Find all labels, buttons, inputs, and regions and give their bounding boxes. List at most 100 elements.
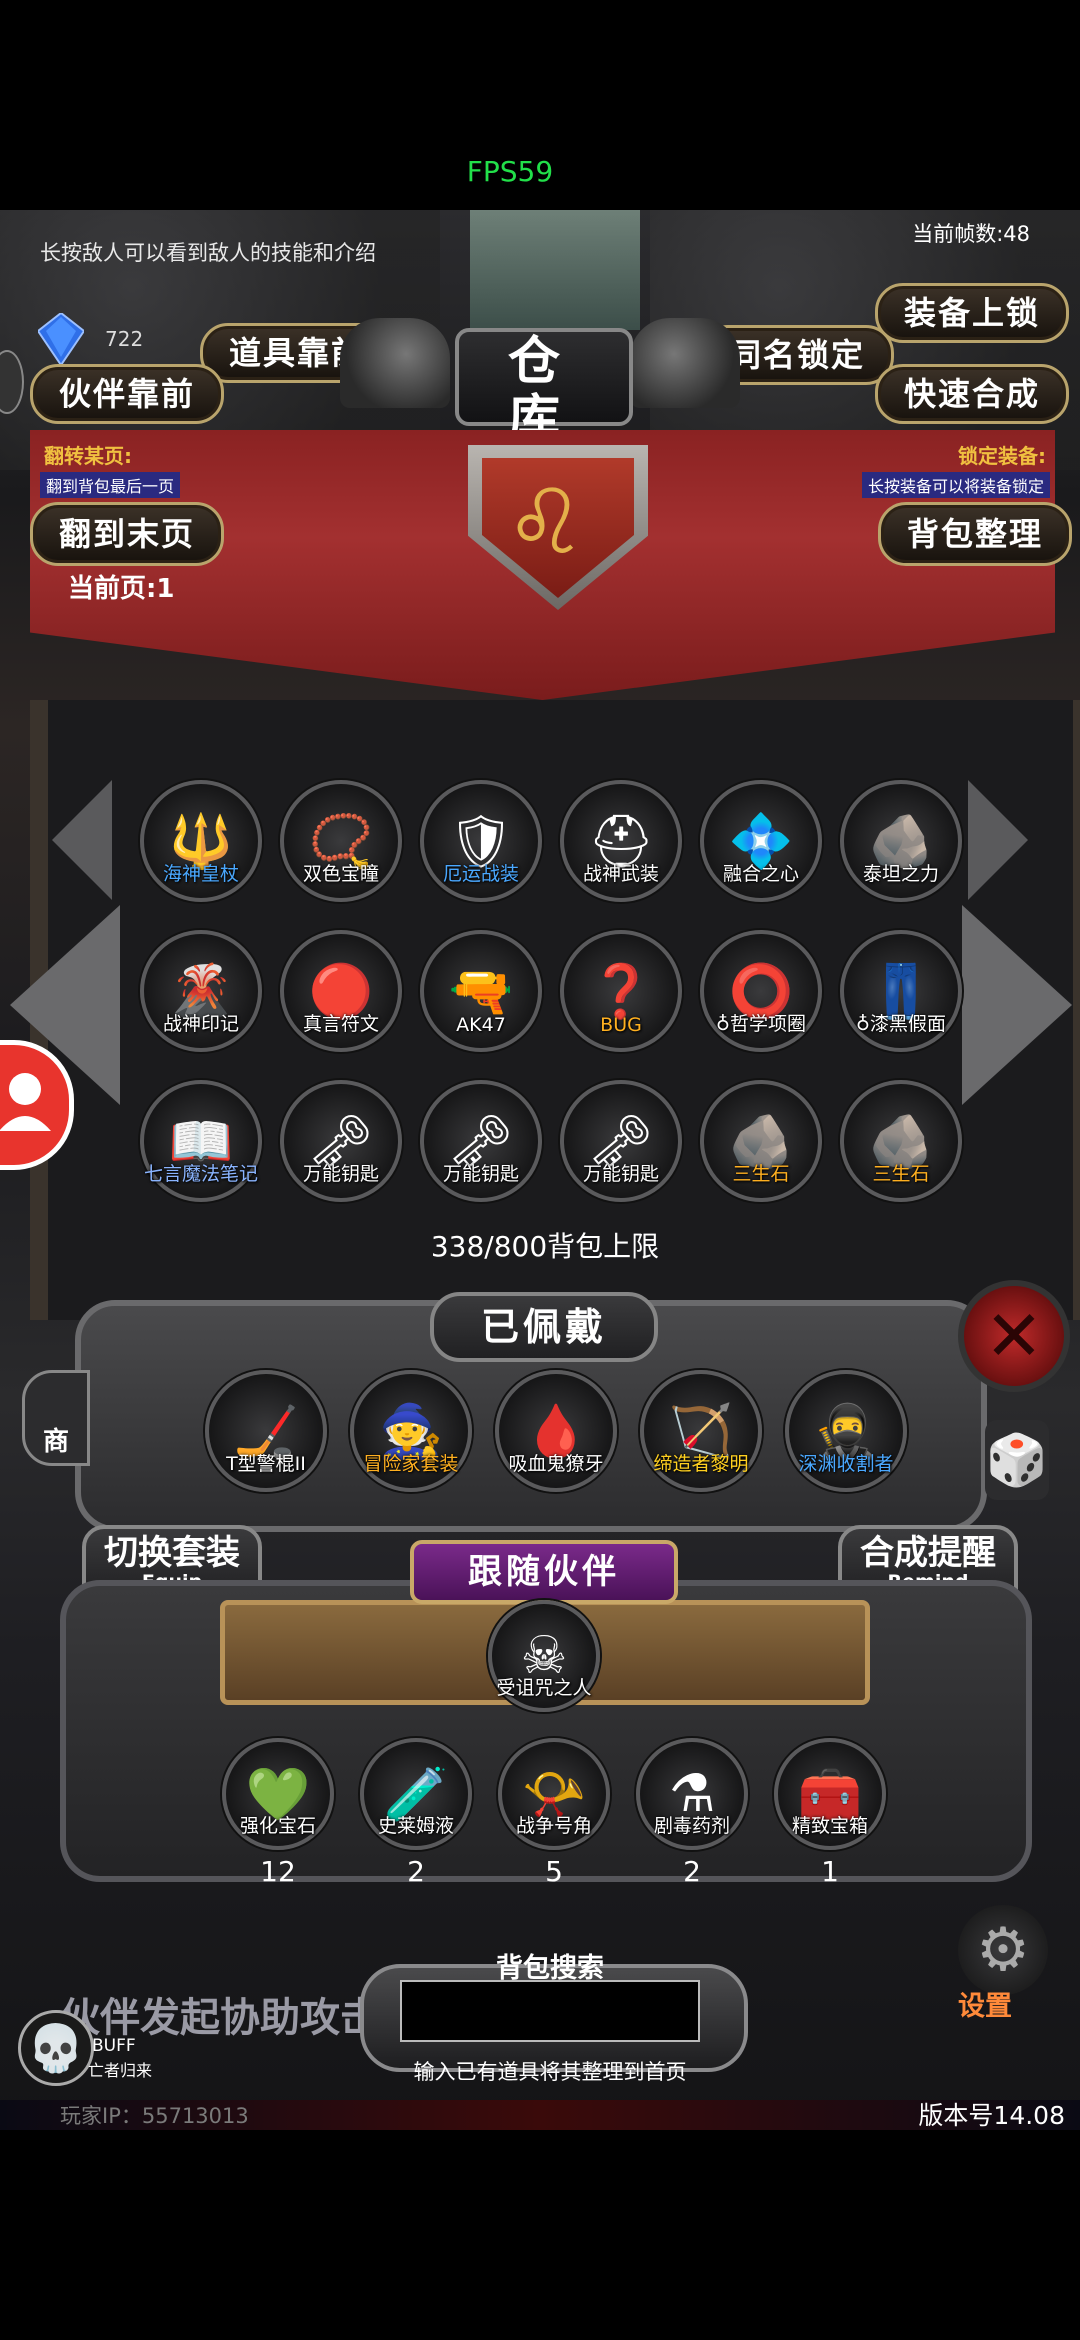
helmet-right-icon bbox=[630, 318, 740, 408]
item-label: 冒险家套装 bbox=[363, 1453, 459, 1475]
item-label: 万能钥匙 bbox=[442, 1163, 519, 1185]
war-horn-icon: 📯 战争号角 bbox=[498, 1738, 610, 1850]
key-icon: 🗝 万能钥匙 bbox=[560, 1080, 682, 1202]
item-label: AK47 bbox=[456, 1014, 506, 1036]
inventory-slot[interactable]: ❓ BUG bbox=[560, 930, 682, 1052]
inventory-slot[interactable]: 🪨 三生石 bbox=[700, 1080, 822, 1202]
green-gem-icon: 💚 强化宝石 bbox=[222, 1738, 334, 1850]
merge-remind-label: 合成提醒 bbox=[860, 1533, 996, 1573]
item-label: 融合之心 bbox=[722, 863, 799, 885]
equipped-slot[interactable]: 🥷 深渊收割者 bbox=[785, 1370, 907, 1492]
fusion-heart-icon: 💠 融合之心 bbox=[700, 780, 822, 902]
inventory-slot[interactable]: 📿 双色宝瞳 bbox=[280, 780, 402, 902]
frame-count: 当前帧数:48 bbox=[912, 222, 1030, 246]
sort-bag-button[interactable]: 背包整理 bbox=[878, 502, 1073, 566]
item-label: ♁漆黑假面 bbox=[856, 1013, 946, 1035]
item-label: 海神皇杖 bbox=[162, 863, 239, 885]
gem-value: 722 bbox=[105, 327, 144, 351]
blue-amulet-icon: 📿 双色宝瞳 bbox=[280, 780, 402, 902]
item-label: 剧毒药剂 bbox=[653, 1815, 730, 1837]
current-page: 当前页:1 bbox=[68, 574, 175, 604]
quick-merge-button[interactable]: 快速合成 bbox=[875, 364, 1070, 424]
vampire-fang-icon: 🩸 吸血鬼獠牙 bbox=[495, 1370, 617, 1492]
close-icon: ✕ bbox=[984, 1295, 1044, 1377]
consumable-slot[interactable]: ⚗ 剧毒药剂 bbox=[632, 1738, 752, 1850]
consumable-slot[interactable]: 💚 强化宝石 bbox=[218, 1738, 338, 1850]
search-hint: 输入已有道具将其整理到首页 bbox=[413, 2060, 687, 2084]
consumable-slot[interactable]: 🧰 精致宝箱 bbox=[770, 1738, 890, 1850]
player-ip: 玩家IP：55713013 bbox=[60, 2104, 249, 2128]
item-label: 战神武装 bbox=[582, 863, 659, 885]
equipped-slot[interactable]: 🧙 冒险家套装 bbox=[350, 1370, 472, 1492]
shop-side-button[interactable]: 商 bbox=[22, 1370, 90, 1466]
reaper-icon: 🥷 深渊收割者 bbox=[785, 1370, 907, 1492]
equipped-slot[interactable]: 🏹 缔造者黎明 bbox=[640, 1370, 762, 1492]
consumable-count: 5 bbox=[545, 1855, 563, 1888]
poison-flask-icon: ⚗ 剧毒药剂 bbox=[636, 1738, 748, 1850]
inventory-slot[interactable]: 🌋 战神印记 bbox=[140, 930, 262, 1052]
hint-text: 长按敌人可以看到敌人的技能和介绍 bbox=[40, 241, 376, 265]
item-label: 三生石 bbox=[872, 1163, 930, 1185]
dice-icon[interactable]: 🎲 bbox=[985, 1420, 1049, 1500]
item-label: 三生石 bbox=[732, 1163, 790, 1185]
reaper-icon: ☠ 受诅咒之人 bbox=[488, 1600, 600, 1712]
equip-lock-button[interactable]: 装备上锁 bbox=[875, 283, 1070, 343]
bag-search-input[interactable] bbox=[400, 1980, 700, 2042]
rifle-icon: 🔫 AK47 bbox=[420, 930, 542, 1052]
inventory-slot[interactable]: ⛑ 战神武装 bbox=[560, 780, 682, 902]
lion-crest-icon: ♌ bbox=[505, 470, 586, 575]
key-icon: 🗝 万能钥匙 bbox=[420, 1080, 542, 1202]
switch-set-label: 切换套装 bbox=[104, 1533, 240, 1573]
golden-trident-icon: 🔱 海神皇杖 bbox=[140, 780, 262, 902]
inventory-slot[interactable]: 🔫 AK47 bbox=[420, 930, 542, 1052]
inventory-slot[interactable]: 🛡 厄运战装 bbox=[420, 780, 542, 902]
item-label: BUG bbox=[600, 1014, 642, 1036]
partners-front-button[interactable]: 伙伴靠前 bbox=[30, 364, 225, 424]
inventory-slot[interactable]: 👖 ♁漆黑假面 bbox=[840, 930, 962, 1052]
inventory-slot[interactable]: 📖 七言魔法笔记 bbox=[140, 1080, 262, 1202]
item-label: 厄运战装 bbox=[442, 863, 519, 885]
lava-mark-icon: 🌋 战神印记 bbox=[140, 930, 262, 1052]
inventory-slot[interactable]: 🗝 万能钥匙 bbox=[280, 1080, 402, 1202]
last-page-button[interactable]: 翻到末页 bbox=[30, 502, 225, 566]
consumable-count: 1 bbox=[821, 1855, 839, 1888]
equipped-slot[interactable]: 🏒 T型警棍II bbox=[205, 1370, 327, 1492]
inventory-slot[interactable]: 🔴 真言符文 bbox=[280, 930, 402, 1052]
inventory-slot[interactable]: 🗝 万能钥匙 bbox=[420, 1080, 542, 1202]
person-icon bbox=[0, 1073, 51, 1131]
question-marks-icon: ❓ BUG bbox=[560, 930, 682, 1052]
equipped-slot[interactable]: 🩸 吸血鬼獠牙 bbox=[495, 1370, 617, 1492]
inventory-slot[interactable]: 💠 融合之心 bbox=[700, 780, 822, 902]
background-doorway bbox=[470, 210, 640, 330]
profile-side-button[interactable] bbox=[0, 1040, 74, 1170]
inventory-slot[interactable]: 🪨 三生石 bbox=[840, 1080, 962, 1202]
gear-icon[interactable]: ⚙ bbox=[958, 1905, 1048, 1995]
follower-slot[interactable]: ☠ 受诅咒之人 bbox=[484, 1600, 604, 1712]
buff-sub: 亡者归来 bbox=[88, 2061, 153, 2080]
flip-page-label: 翻转某页: bbox=[44, 444, 132, 468]
consumable-slot[interactable]: 🧪 史莱姆液 bbox=[356, 1738, 476, 1850]
potion-bottle-icon: 🧪 史莱姆液 bbox=[360, 1738, 472, 1850]
prev-page-small-arrow-icon[interactable] bbox=[52, 780, 112, 900]
skull-buff-icon[interactable]: 💀 bbox=[18, 2010, 94, 2086]
bag-capacity: 338/800背包上限 bbox=[430, 1230, 660, 1263]
spartan-helmet-icon: ⛑ 战神武装 bbox=[560, 780, 682, 902]
inventory-slot[interactable]: ⭕ ♁哲学项圈 bbox=[700, 930, 822, 1052]
helmet-left-icon bbox=[340, 318, 450, 408]
treasure-chest-icon: 🧰 精致宝箱 bbox=[774, 1738, 886, 1850]
version-label: 版本号14.08 bbox=[918, 2101, 1065, 2130]
item-label: 精致宝箱 bbox=[791, 1815, 868, 1837]
fps-counter: FPS59 bbox=[466, 155, 554, 188]
item-label: 战争号角 bbox=[515, 1815, 592, 1837]
item-label: 真言符文 bbox=[302, 1013, 379, 1035]
consumable-slot[interactable]: 📯 战争号角 bbox=[494, 1738, 614, 1850]
inventory-slot[interactable]: 🗝 万能钥匙 bbox=[560, 1080, 682, 1202]
shop-label: 商 bbox=[42, 1427, 69, 1457]
spell-book-icon: 📖 七言魔法笔记 bbox=[140, 1080, 262, 1202]
item-label: T型警棍II bbox=[226, 1453, 306, 1475]
close-button[interactable]: ✕ bbox=[958, 1280, 1070, 1392]
next-page-arrow-icon[interactable] bbox=[962, 905, 1072, 1105]
inventory-slot[interactable]: 🔱 海神皇杖 bbox=[140, 780, 262, 902]
item-label: 七言魔法笔记 bbox=[143, 1163, 258, 1185]
inventory-slot[interactable]: 🪨 泰坦之力 bbox=[840, 780, 962, 902]
